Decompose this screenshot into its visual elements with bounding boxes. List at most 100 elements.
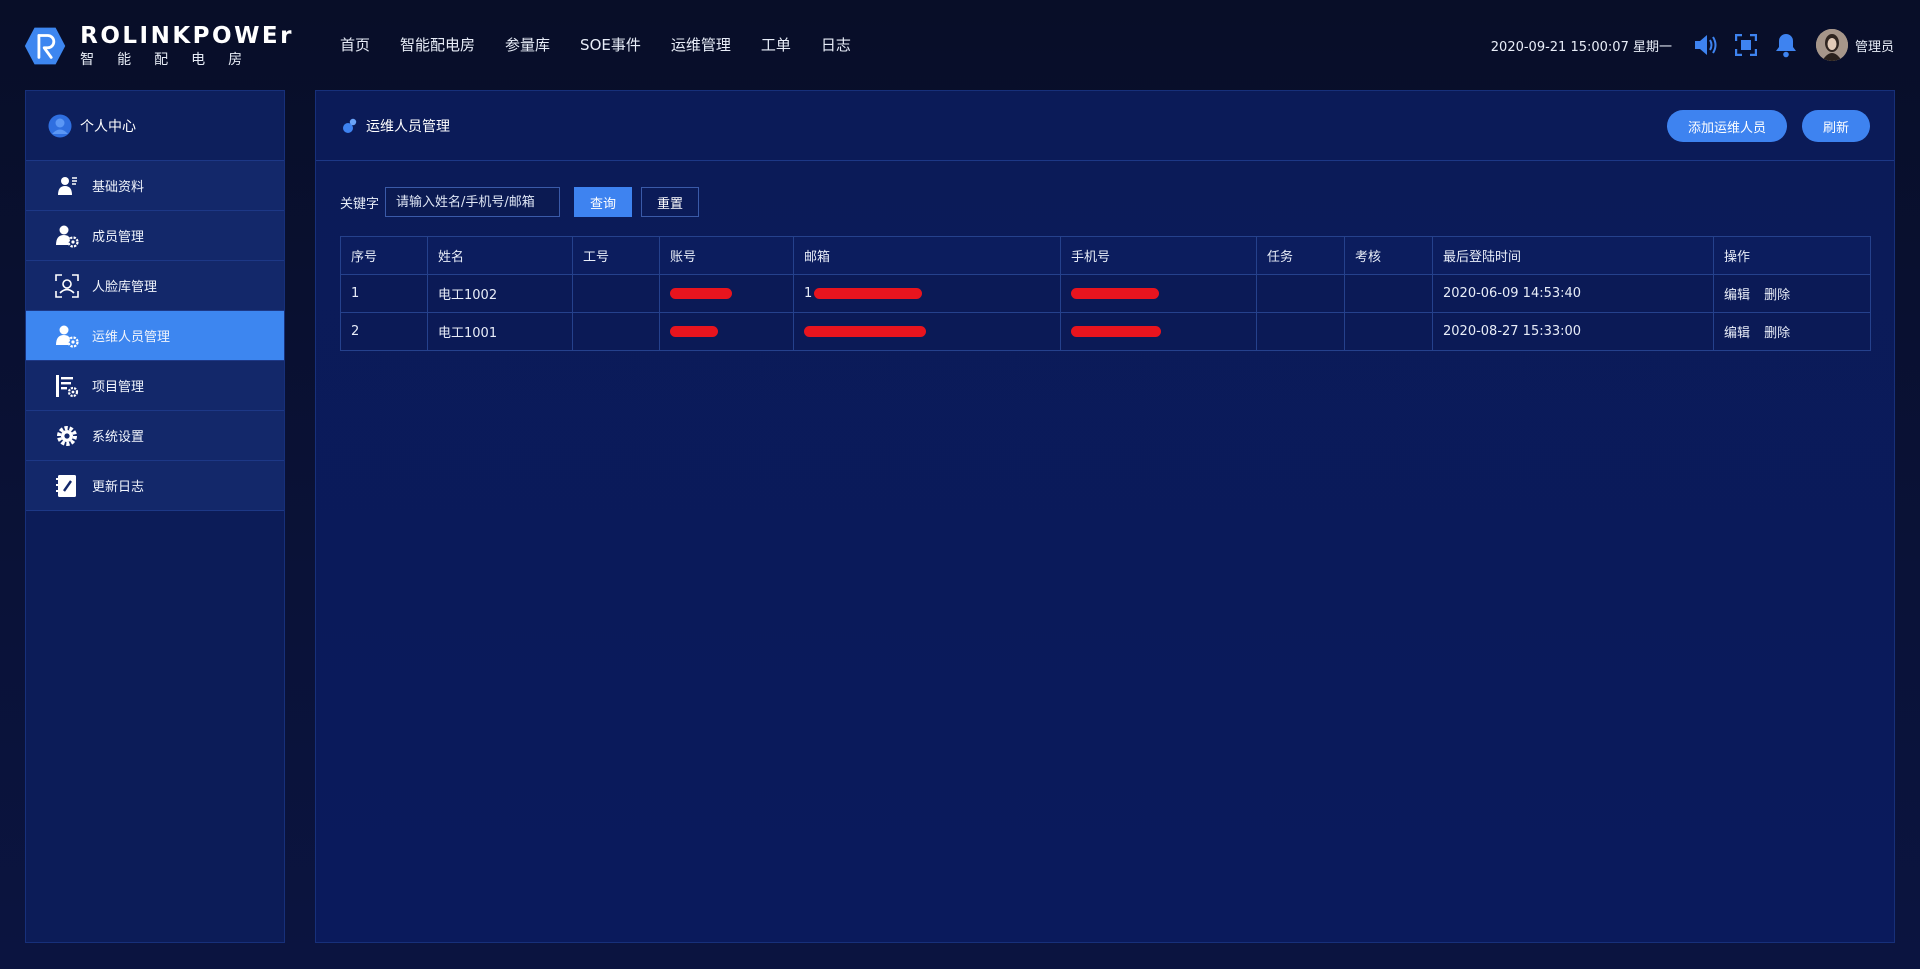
main-nav: 首页 智能配电房 参量库 SOE事件 运维管理 工单 日志 [340,30,881,60]
header-right: 2020-09-21 15:00:07 星期一 管理员 [1491,26,1894,64]
cell-employee-id [572,274,660,313]
cell-actions: 编辑 删除 [1713,274,1871,313]
app-logo[interactable]: ROLINKPOWEr 智能配电房 [24,22,294,70]
cell-account [659,274,794,313]
nav-logs[interactable]: 日志 [821,30,851,60]
speaker-icon[interactable] [1692,31,1720,59]
cell-last-login: 2020-06-09 14:53:40 [1432,274,1714,313]
current-datetime: 2020-09-21 15:00:07 星期一 [1490,39,1672,55]
sidebar-header: 个人中心 [26,91,284,161]
table-row[interactable]: 1 电工1002 1 2020-06-09 14:53:40 编辑 删除 [340,274,1871,313]
column-header-last-login[interactable]: 最后登陆时间 [1432,236,1714,275]
cell-email [793,312,1061,351]
staff-table-wrapper: 序号 姓名 工号 账号 邮箱 手机号 任务 考核 最后登陆时间 操作 1 电工1… [340,236,1871,351]
cell-tasks [1256,274,1345,313]
column-header-index[interactable]: 序号 [340,236,428,275]
column-header-tasks[interactable]: 任务 [1256,236,1345,275]
column-header-email[interactable]: 邮箱 [793,236,1061,275]
sidebar-item-update-log[interactable]: 更新日志 [26,461,284,511]
table-row[interactable]: 2 电工1001 2020-08-27 15:33:00 编辑 删除 [340,312,1871,351]
redaction-mark [670,288,732,299]
sidebar-item-project-management[interactable]: 项目管理 [26,361,284,411]
user-circle-icon [48,114,72,137]
sidebar-item-maintenance-staff[interactable]: 运维人员管理 [26,311,284,361]
cell-index: 1 [340,274,428,313]
sidebar-item-label: 系统设置 [92,430,145,445]
search-bar: 关键字 查询 重置 [340,187,700,217]
column-header-phone[interactable]: 手机号 [1060,236,1257,275]
column-header-assessment[interactable]: 考核 [1344,236,1433,275]
query-button[interactable]: 查询 [574,187,633,217]
sidebar-item-system-settings[interactable]: 系统设置 [26,411,284,461]
cell-assessment [1344,312,1433,351]
delete-link[interactable]: 删除 [1764,326,1790,341]
cell-assessment [1344,274,1433,313]
main-panel: 运维人员管理 添加运维人员 刷新 关键字 查询 重置 序号 姓名 工号 账号 邮… [315,90,1895,943]
title-dot-icon [343,118,357,133]
nav-home[interactable]: 首页 [340,30,370,60]
user-avatar[interactable] [1815,29,1848,61]
column-header-name[interactable]: 姓名 [427,236,573,275]
sidebar-item-face-library[interactable]: 人脸库管理 [26,261,284,311]
sidebar-item-label: 项目管理 [92,380,145,395]
sidebar-item-label: 更新日志 [92,480,145,495]
sidebar-item-label: 成员管理 [92,230,145,245]
cell-account [659,312,794,351]
reset-button[interactable]: 重置 [641,187,700,217]
nav-maintenance[interactable]: 运维管理 [671,30,731,60]
list-gear-icon [54,373,80,399]
gear-icon [54,423,80,449]
panel-header: 运维人员管理 添加运维人员 刷新 [316,91,1894,161]
notebook-icon [54,473,80,499]
face-scan-icon [54,273,80,299]
logo-hexagon-icon [24,27,66,65]
page-title: 运维人员管理 [366,118,450,135]
sidebar: 个人中心 基础资料 成员管理 人脸库管理 运维人员管理 项目管理 系统设置 更新… [25,90,285,943]
edit-link[interactable]: 编辑 [1724,288,1750,303]
nav-parameter-library[interactable]: 参量库 [505,30,550,60]
staff-table: 序号 姓名 工号 账号 邮箱 手机号 任务 考核 最后登陆时间 操作 1 电工1… [340,236,1871,351]
email-prefix: 1 [804,286,813,301]
refresh-button[interactable]: 刷新 [1802,110,1870,142]
column-header-employee-id[interactable]: 工号 [572,236,660,275]
bell-icon[interactable] [1772,31,1800,59]
column-header-account[interactable]: 账号 [659,236,794,275]
sidebar-item-label: 人脸库管理 [92,280,158,295]
redaction-mark [804,326,926,337]
nav-work-orders[interactable]: 工单 [761,30,791,60]
keyword-label: 关键字 [340,196,380,212]
cell-phone [1060,312,1257,351]
brand-subtitle: 智能配电房 [80,51,266,68]
sidebar-item-label: 基础资料 [92,180,145,195]
sidebar-item-basic-info[interactable]: 基础资料 [26,161,284,211]
user-card-icon [54,173,80,199]
sidebar-item-member-management[interactable]: 成员管理 [26,211,284,261]
cell-actions: 编辑 删除 [1713,312,1871,351]
delete-link[interactable]: 删除 [1764,288,1790,303]
cell-employee-id [572,312,660,351]
cell-email: 1 [793,274,1061,313]
sidebar-title: 个人中心 [80,118,136,135]
sidebar-item-label: 运维人员管理 [92,330,171,345]
fullscreen-icon[interactable] [1732,31,1760,59]
user-gear-icon [54,323,80,349]
cell-name: 电工1001 [427,312,573,351]
table-header-row: 序号 姓名 工号 账号 邮箱 手机号 任务 考核 最后登陆时间 操作 [340,236,1871,275]
top-header: ROLINKPOWEr 智能配电房 首页 智能配电房 参量库 SOE事件 运维管… [0,0,1920,90]
cell-index: 2 [340,312,428,351]
column-header-actions: 操作 [1713,236,1871,275]
redaction-mark [670,326,718,337]
add-maintenance-staff-button[interactable]: 添加运维人员 [1667,110,1787,142]
redaction-mark [1071,288,1159,299]
user-gear-icon [54,223,80,249]
cell-tasks [1256,312,1345,351]
edit-link[interactable]: 编辑 [1724,326,1750,341]
keyword-input[interactable] [385,187,561,217]
user-name[interactable]: 管理员 [1855,36,1894,55]
cell-name: 电工1002 [427,274,573,313]
nav-soe-events[interactable]: SOE事件 [580,30,641,60]
brand-name: ROLINKPOWEr [80,22,294,49]
redaction-mark [1071,326,1161,337]
cell-last-login: 2020-08-27 15:33:00 [1432,312,1714,351]
nav-smart-room[interactable]: 智能配电房 [400,30,475,60]
